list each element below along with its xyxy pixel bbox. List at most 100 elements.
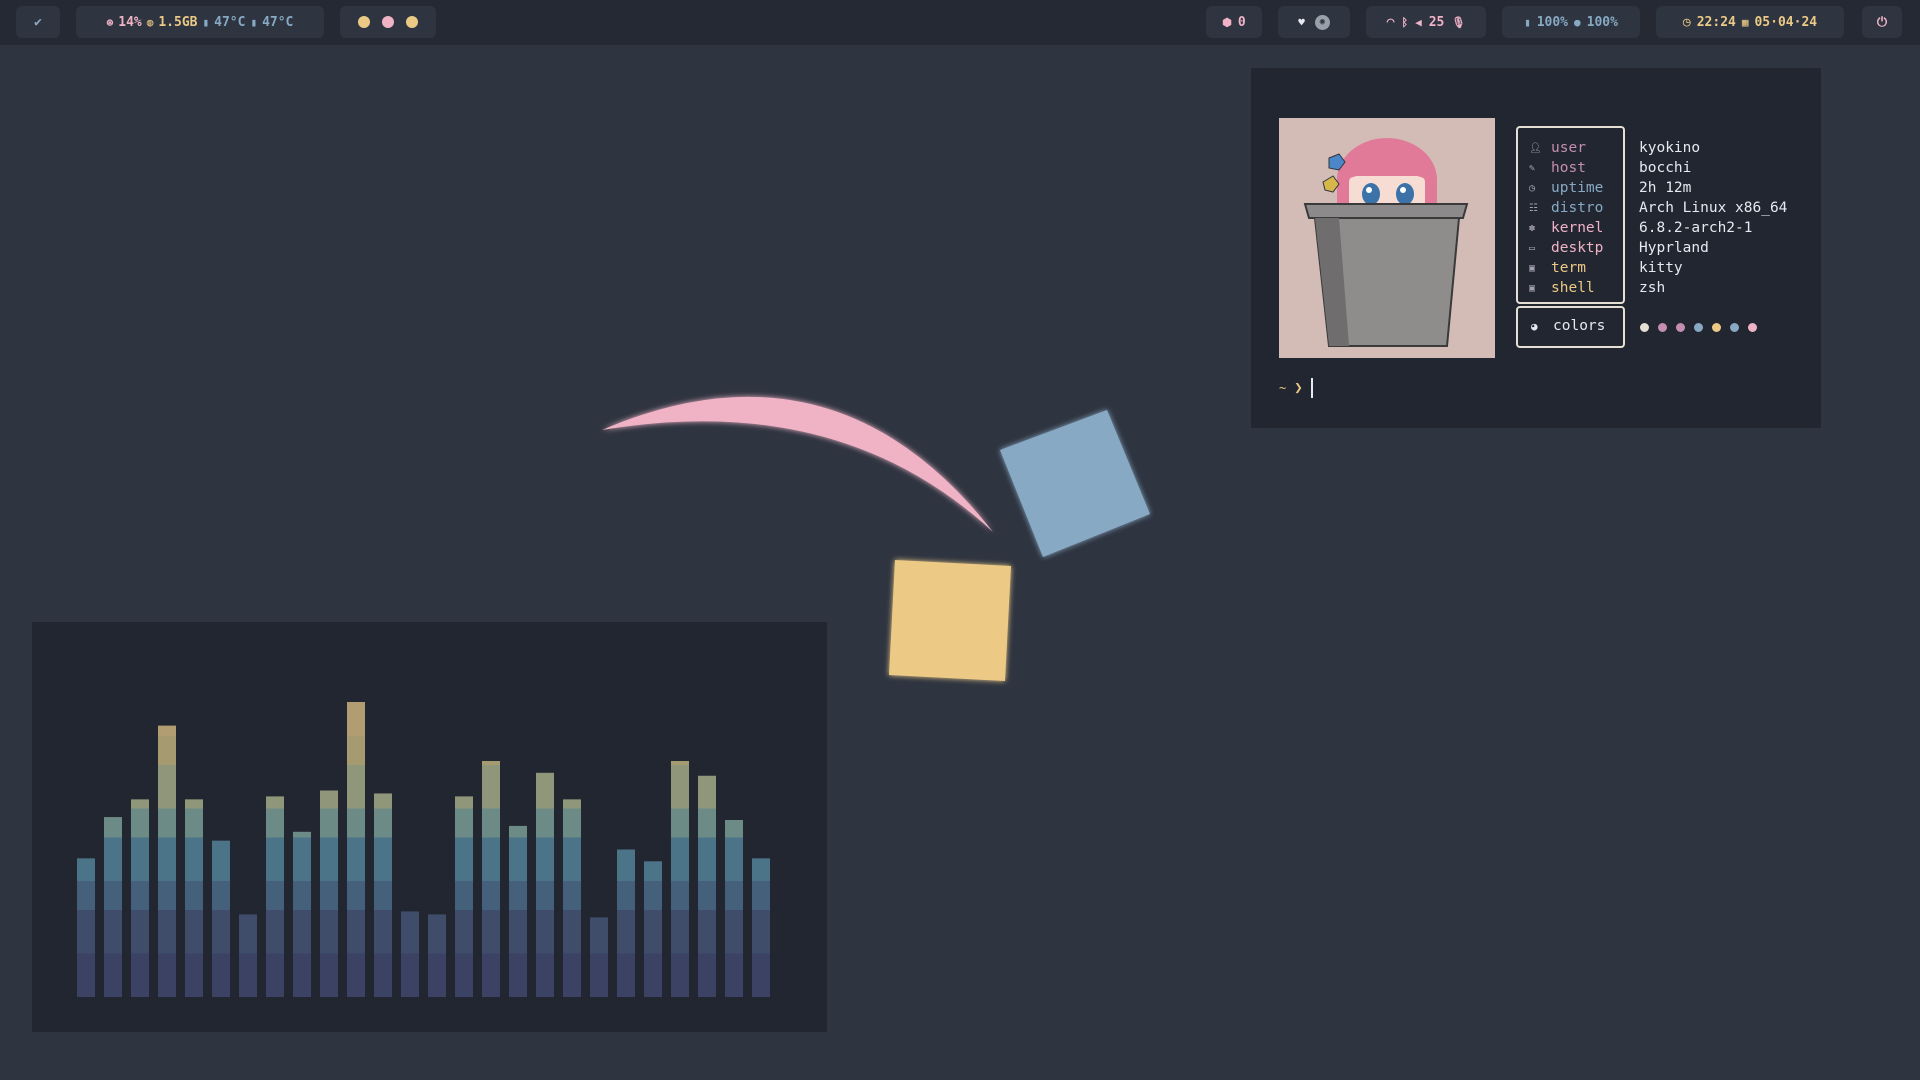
visualizer-bar-segment bbox=[482, 852, 500, 867]
power-icon: ⏻ bbox=[1876, 14, 1888, 30]
visualizer-bar-segment bbox=[293, 881, 311, 896]
audio-visualizer-window[interactable] bbox=[32, 622, 827, 1032]
visualizer-bar-segment bbox=[698, 910, 716, 925]
visualizer-bar-segment bbox=[509, 910, 527, 925]
visualizer-bar-segment bbox=[482, 808, 500, 823]
mic-icon[interactable]: 🎙︎ bbox=[1451, 16, 1465, 29]
discord-icon[interactable]: ◉ bbox=[1314, 14, 1330, 30]
visualizer-bar-segment bbox=[185, 895, 203, 910]
visualizer-bar-segment bbox=[374, 895, 392, 910]
color-palette bbox=[1640, 323, 1757, 332]
volume-icon[interactable]: ◀ bbox=[1415, 16, 1422, 29]
visualizer-bar bbox=[725, 820, 743, 997]
visualizer-bar-segment bbox=[752, 881, 770, 896]
visualizer-bar-segment bbox=[158, 866, 176, 881]
visualizer-bar-segment bbox=[725, 823, 743, 838]
battery-brightness[interactable]: ▮ 100% ● 100% bbox=[1502, 6, 1640, 38]
system-stats[interactable]: ⊛ 14% ◍ 1.5GB ▮ 47°C ▮ 47°C bbox=[76, 6, 324, 38]
visualizer-bar-segment bbox=[212, 939, 230, 954]
visualizer-bar-segment bbox=[752, 982, 770, 997]
brightness-icon: ● bbox=[1574, 15, 1581, 29]
visualizer-bar-segment bbox=[104, 881, 122, 896]
visualizer-bar-segment bbox=[752, 858, 770, 867]
arch-check-icon: ✔ bbox=[34, 14, 42, 30]
visualizer-bar-segment bbox=[185, 968, 203, 983]
visualizer-bar-segment bbox=[671, 881, 689, 896]
visualizer-bar-segment bbox=[698, 924, 716, 939]
visualizer-bar-segment bbox=[725, 852, 743, 867]
visualizer-bar-segment bbox=[131, 924, 149, 939]
wifi-icon[interactable]: ◠ bbox=[1387, 15, 1395, 30]
visualizer-bar-segment bbox=[320, 939, 338, 954]
fetch-terminal-window[interactable]: ◕ colors ~ ❯ 👤︎ user kyokino ✎ host bocchi ◷ up… bbox=[1251, 68, 1821, 428]
visualizer-bar-segment bbox=[752, 910, 770, 925]
visualizer-bar-segment bbox=[698, 982, 716, 997]
clock[interactable]: ◷ 22:24 ▦ 05·04·24 bbox=[1656, 6, 1844, 38]
visualizer-bar-segment bbox=[104, 982, 122, 997]
visualizer-bar-segment bbox=[347, 779, 365, 794]
workspace-1[interactable] bbox=[358, 16, 370, 28]
visualizer-bar-segment bbox=[347, 866, 365, 881]
visualizer-bar-segment bbox=[77, 910, 95, 925]
visualizer-bar-segment bbox=[320, 837, 338, 852]
bluetooth-icon[interactable]: ᛒ bbox=[1401, 16, 1408, 29]
visualizer-bar-segment bbox=[320, 866, 338, 881]
visualizer-bar-segment bbox=[185, 953, 203, 968]
visualizer-bar-segment bbox=[617, 910, 635, 925]
visualizer-bar-segment bbox=[347, 910, 365, 925]
visualizer-bar-segment bbox=[185, 823, 203, 838]
updates-indicator[interactable]: ⬢ 0 bbox=[1206, 6, 1262, 38]
visualizer-bar-segment bbox=[293, 982, 311, 997]
visualizer-bar-segment bbox=[455, 823, 473, 838]
visualizer-bar-segment bbox=[347, 852, 365, 867]
visualizer-bar-segment bbox=[590, 982, 608, 997]
workspace-2[interactable] bbox=[382, 16, 394, 28]
visualizer-bar-segment bbox=[509, 825, 527, 838]
visualizer-bar-segment bbox=[536, 837, 554, 852]
workspace-3[interactable] bbox=[406, 16, 418, 28]
visualizer-bar-segment bbox=[752, 924, 770, 939]
visualizer-bar-segment bbox=[563, 881, 581, 896]
bocchi-in-trashcan-picture bbox=[1279, 118, 1495, 358]
visualizer-bar-segment bbox=[185, 852, 203, 867]
visualizer-bar-segment bbox=[698, 881, 716, 896]
visualizer-bar-segment bbox=[158, 779, 176, 794]
visualizer-bar-segment bbox=[698, 779, 716, 794]
prompt-symbol: ❯ bbox=[1294, 380, 1303, 396]
system-tray: ♥ ◉ bbox=[1278, 6, 1350, 38]
visualizer-bar-segment bbox=[563, 939, 581, 954]
visualizer-bar bbox=[320, 790, 338, 997]
visualizer-bar-segment bbox=[320, 982, 338, 997]
network-audio[interactable]: ◠ ᛒ ◀ 25 🎙︎ bbox=[1366, 6, 1486, 38]
launcher-button[interactable]: ✔ bbox=[16, 6, 60, 38]
power-button[interactable]: ⏻ bbox=[1862, 6, 1902, 38]
shell-prompt[interactable]: ~ ❯ bbox=[1279, 378, 1313, 398]
visualizer-bar-segment bbox=[752, 968, 770, 983]
visualizer-bar bbox=[698, 775, 716, 997]
visualizer-bar-segment bbox=[671, 761, 689, 765]
visualizer-bar-segment bbox=[617, 939, 635, 954]
fetch-value-shell: zsh bbox=[1639, 280, 1666, 296]
visualizer-bar-segment bbox=[482, 895, 500, 910]
fetch-label-text: uptime bbox=[1551, 180, 1604, 196]
visualizer-bar bbox=[293, 831, 311, 997]
visualizer-bar-segment bbox=[158, 736, 176, 751]
fetch-label-text: desktp bbox=[1551, 240, 1604, 256]
visualizer-bar-segment bbox=[563, 895, 581, 910]
visualizer-bar-segment bbox=[698, 808, 716, 823]
visualizer-bar-segment bbox=[374, 910, 392, 925]
visualizer-bar-segment bbox=[671, 895, 689, 910]
heart-shield-icon[interactable]: ♥ bbox=[1298, 16, 1305, 29]
visualizer-bar-segment bbox=[158, 837, 176, 852]
visualizer-bar bbox=[185, 799, 203, 997]
visualizer-bar-segment bbox=[509, 852, 527, 867]
fetch-label-text: shell bbox=[1551, 280, 1595, 296]
visualizer-bar bbox=[239, 914, 257, 997]
visualizer-bar-segment bbox=[725, 939, 743, 954]
palette-dot bbox=[1640, 323, 1649, 332]
cpu-temp: 47°C bbox=[214, 14, 246, 30]
visualizer-bar-segment bbox=[617, 852, 635, 867]
visualizer-bar-segment bbox=[239, 924, 257, 939]
visualizer-bar-segment bbox=[212, 910, 230, 925]
visualizer-bar-segment bbox=[671, 779, 689, 794]
